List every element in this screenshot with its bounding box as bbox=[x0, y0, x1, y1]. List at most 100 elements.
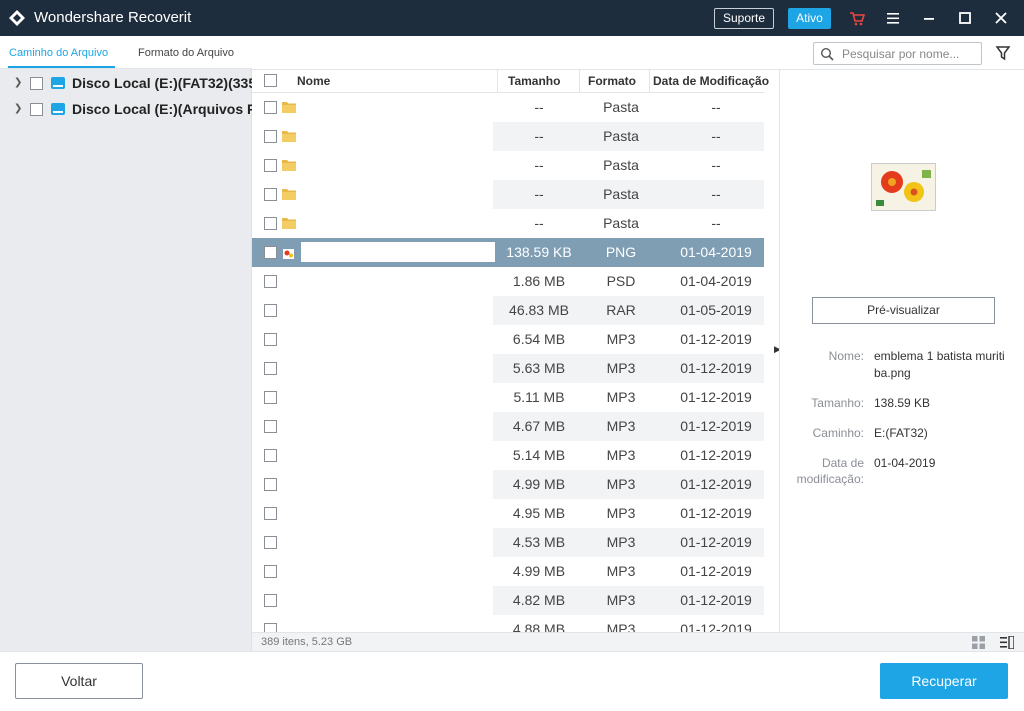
row-checkbox[interactable] bbox=[264, 420, 277, 433]
row-checkbox[interactable] bbox=[264, 188, 277, 201]
meta-size-value: 138.59 KB bbox=[874, 396, 931, 410]
list-view-icon[interactable] bbox=[1000, 635, 1015, 650]
row-checkbox[interactable] bbox=[264, 391, 277, 404]
table-row[interactable]: -- Pasta -- bbox=[252, 180, 764, 209]
maximize-icon[interactable] bbox=[955, 8, 975, 28]
table-row[interactable]: 5.11 MB MP3 01-12-2019 bbox=[252, 383, 764, 412]
table-row[interactable]: -- Pasta -- bbox=[252, 209, 764, 238]
cell-size: 1.86 MB bbox=[512, 273, 566, 289]
row-checkbox[interactable] bbox=[264, 507, 277, 520]
table-row[interactable]: 46.83 MB RAR 01-05-2019 bbox=[252, 296, 764, 325]
row-checkbox[interactable] bbox=[264, 449, 277, 462]
row-checkbox[interactable] bbox=[264, 101, 277, 114]
row-checkbox[interactable] bbox=[264, 304, 277, 317]
filter-icon[interactable] bbox=[995, 45, 1011, 61]
cell-date: -- bbox=[711, 215, 721, 231]
cell-format: MP3 bbox=[606, 331, 636, 347]
row-checkbox[interactable] bbox=[264, 623, 277, 632]
tree-item-label: Disco Local (E:)(FAT32)(335) bbox=[72, 75, 252, 91]
cart-icon[interactable] bbox=[847, 8, 867, 28]
recover-button[interactable]: Recuperar bbox=[880, 663, 1008, 699]
row-checkbox[interactable] bbox=[264, 217, 277, 230]
active-button[interactable]: Ativo bbox=[788, 8, 831, 29]
cell-format: MP3 bbox=[606, 360, 636, 376]
tree-checkbox[interactable] bbox=[30, 103, 43, 116]
search-input[interactable]: Pesquisar por nome... bbox=[813, 42, 982, 65]
column-divider[interactable] bbox=[579, 70, 580, 93]
table-row[interactable]: 5.14 MB MP3 01-12-2019 bbox=[252, 441, 764, 470]
chevron-right-icon[interactable]: ❯ bbox=[14, 103, 24, 115]
column-size[interactable]: Tamanho bbox=[508, 74, 560, 88]
row-checkbox[interactable] bbox=[264, 333, 277, 346]
cell-date: -- bbox=[711, 128, 721, 144]
preview-panel: Pré-visualizar Nome: emblema 1 batista m… bbox=[779, 69, 1024, 632]
cell-format: MP3 bbox=[606, 476, 636, 492]
table-header: Nome Tamanho Formato Data de Modificação bbox=[252, 70, 779, 93]
footer-bar: Voltar Recuperar bbox=[0, 651, 1024, 711]
tab-file-format[interactable]: Formato do Arquivo bbox=[138, 47, 234, 59]
cell-size: 6.54 MB bbox=[512, 331, 566, 347]
table-row[interactable]: -- Pasta -- bbox=[252, 122, 764, 151]
meta-size-label: Tamanho: bbox=[811, 396, 864, 410]
table-row[interactable]: 4.82 MB MP3 01-12-2019 bbox=[252, 586, 764, 615]
cell-size: 4.82 MB bbox=[512, 592, 566, 608]
table-row[interactable]: 1.86 MB PSD 01-04-2019 bbox=[252, 267, 764, 296]
cell-format: MP3 bbox=[606, 447, 636, 463]
close-icon[interactable] bbox=[991, 8, 1011, 28]
row-checkbox[interactable] bbox=[264, 275, 277, 288]
cell-date: -- bbox=[711, 186, 721, 202]
table-row[interactable]: -- Pasta -- bbox=[252, 151, 764, 180]
meta-path-label: Caminho: bbox=[812, 426, 864, 440]
column-divider[interactable] bbox=[497, 70, 498, 93]
back-button[interactable]: Voltar bbox=[15, 663, 143, 699]
cell-format: Pasta bbox=[603, 128, 639, 144]
row-checkbox[interactable] bbox=[264, 159, 277, 172]
column-format[interactable]: Formato bbox=[588, 74, 636, 88]
row-checkbox[interactable] bbox=[264, 478, 277, 491]
minimize-icon[interactable] bbox=[919, 8, 939, 28]
table-row[interactable]: 5.63 MB MP3 01-12-2019 bbox=[252, 354, 764, 383]
scrollbar[interactable] bbox=[764, 92, 779, 632]
meta-date-label: Data de modificação: bbox=[796, 456, 864, 486]
cell-date: 01-04-2019 bbox=[680, 244, 752, 260]
tree-item-fat32[interactable]: ❯ Disco Local (E:)(FAT32)(335) bbox=[0, 71, 252, 95]
table-row[interactable]: -- Pasta -- bbox=[252, 93, 764, 122]
table-row[interactable]: 138.59 KB PNG 01-04-2019 bbox=[252, 238, 764, 267]
column-name[interactable]: Nome bbox=[297, 74, 330, 88]
menu-icon[interactable] bbox=[883, 8, 903, 28]
cell-size: 4.53 MB bbox=[512, 534, 566, 550]
column-divider[interactable] bbox=[649, 70, 650, 93]
file-name-field[interactable] bbox=[301, 242, 495, 262]
cell-format: MP3 bbox=[606, 534, 636, 550]
row-checkbox[interactable] bbox=[264, 536, 277, 549]
table-row[interactable]: 4.95 MB MP3 01-12-2019 bbox=[252, 499, 764, 528]
item-count: 389 itens, 5.23 GB bbox=[261, 636, 353, 648]
cell-format: Pasta bbox=[603, 215, 639, 231]
row-checkbox[interactable] bbox=[264, 130, 277, 143]
table-row[interactable]: 4.88 MB MP3 01-12-2019 bbox=[252, 615, 764, 632]
row-checkbox[interactable] bbox=[264, 594, 277, 607]
search-icon bbox=[820, 47, 834, 61]
tree-item-raw[interactable]: ❯ Disco Local (E:)(Arquivos RA bbox=[0, 97, 252, 121]
tree-checkbox[interactable] bbox=[30, 77, 43, 90]
table-row[interactable]: 6.54 MB MP3 01-12-2019 bbox=[252, 325, 764, 354]
row-checkbox[interactable] bbox=[264, 565, 277, 578]
support-button[interactable]: Suporte bbox=[714, 8, 774, 29]
cell-date: -- bbox=[711, 99, 721, 115]
cell-date: 01-12-2019 bbox=[680, 331, 752, 347]
preview-button[interactable]: Pré-visualizar bbox=[812, 297, 995, 324]
tab-file-path[interactable]: Caminho do Arquivo bbox=[9, 47, 108, 59]
table-row[interactable]: 4.99 MB MP3 01-12-2019 bbox=[252, 470, 764, 499]
cell-format: PNG bbox=[605, 244, 637, 260]
table-row[interactable]: 4.53 MB MP3 01-12-2019 bbox=[252, 528, 764, 557]
table-row[interactable]: 4.67 MB MP3 01-12-2019 bbox=[252, 412, 764, 441]
table-row[interactable]: 4.99 MB MP3 01-12-2019 bbox=[252, 557, 764, 586]
chevron-right-icon[interactable]: ❯ bbox=[14, 77, 24, 89]
image-icon bbox=[283, 246, 294, 259]
flower-image-icon bbox=[871, 163, 936, 211]
row-checkbox[interactable] bbox=[264, 246, 277, 259]
column-date[interactable]: Data de Modificação bbox=[653, 74, 769, 88]
row-checkbox[interactable] bbox=[264, 362, 277, 375]
grid-view-icon[interactable] bbox=[972, 636, 985, 649]
select-all-checkbox[interactable] bbox=[264, 74, 277, 87]
